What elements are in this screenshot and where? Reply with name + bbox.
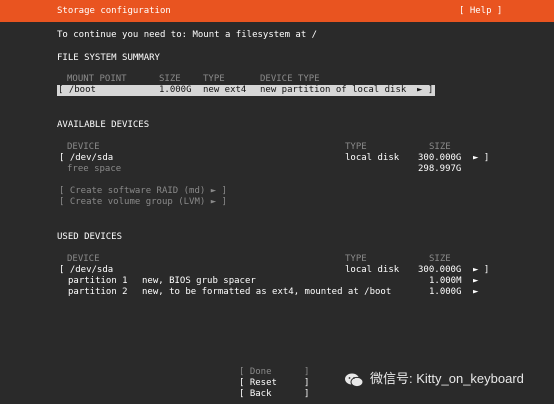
- partition-name: partition 1: [68, 276, 128, 286]
- back-button[interactable]: [ Back ]: [239, 389, 309, 400]
- partition-size: 1.000M: [429, 276, 462, 286]
- page-title: Storage configuration: [57, 6, 171, 16]
- row-device-type: new partition of local disk: [260, 85, 407, 95]
- partition-desc: new, BIOS grub spacer: [142, 276, 256, 286]
- row-arrow-icon[interactable]: ► ]: [417, 85, 433, 96]
- partition-desc: new, to be formatted as ext4, mounted at…: [142, 287, 392, 297]
- available-heading: AVAILABLE DEVICES: [57, 120, 150, 130]
- col-device-type: DEVICE TYPE: [260, 74, 320, 84]
- available-col-type: TYPE: [345, 142, 367, 152]
- used-device-type: local disk: [345, 265, 400, 275]
- reset-button[interactable]: [ Reset ]: [239, 378, 309, 389]
- used-device-size: 300.000G: [418, 265, 462, 275]
- partition-name: partition 2: [68, 287, 128, 297]
- col-mount-point: MOUNT POINT: [67, 74, 127, 84]
- create-raid-button[interactable]: [ Create software RAID (md) ► ]: [59, 186, 227, 197]
- row-size: 1.000G: [159, 85, 192, 95]
- used-col-device: DEVICE: [67, 254, 100, 264]
- used-heading: USED DEVICES: [57, 232, 123, 242]
- header-bar: Storage configuration [ Help ]: [0, 0, 554, 22]
- partition-arrow-icon[interactable]: ►: [473, 287, 478, 298]
- row-type: new ext4: [203, 85, 247, 95]
- col-size: SIZE: [159, 74, 181, 84]
- partition-arrow-icon[interactable]: ►: [473, 276, 478, 287]
- available-device-name: [ /dev/sda: [59, 153, 114, 163]
- intro-text: To continue you need to: Mount a filesys…: [57, 30, 318, 40]
- used-col-type: TYPE: [345, 254, 367, 264]
- available-device-type: local disk: [345, 153, 400, 163]
- row-mount-point: [ /boot: [58, 85, 96, 95]
- help-button[interactable]: [ Help ]: [459, 6, 502, 17]
- fs-summary-row-boot[interactable]: [ /boot 1.000G new ext4 new partition of…: [57, 85, 435, 96]
- available-col-device: DEVICE: [67, 142, 100, 152]
- available-device-size: 300.000G: [418, 153, 462, 163]
- free-space-label: free space: [67, 164, 122, 174]
- create-lvm-button[interactable]: [ Create volume group (LVM) ► ]: [59, 197, 227, 208]
- available-device-arrow-icon[interactable]: ► ]: [473, 153, 489, 164]
- col-type: TYPE: [203, 74, 225, 84]
- done-button[interactable]: [ Done ]: [239, 367, 309, 378]
- available-col-size: SIZE: [429, 142, 451, 152]
- free-space-size: 298.997G: [418, 164, 462, 174]
- watermark: 微信号: Kitty_on_keyboard: [344, 371, 524, 388]
- watermark-text: 微信号: Kitty_on_keyboard: [370, 371, 524, 386]
- wechat-icon: [345, 373, 364, 387]
- fs-summary-heading: FILE SYSTEM SUMMARY: [57, 53, 160, 63]
- partition-size: 1.000G: [429, 287, 462, 297]
- used-device-arrow-icon[interactable]: ► ]: [473, 265, 489, 276]
- used-col-size: SIZE: [429, 254, 451, 264]
- used-device-name: [ /dev/sda: [59, 265, 114, 275]
